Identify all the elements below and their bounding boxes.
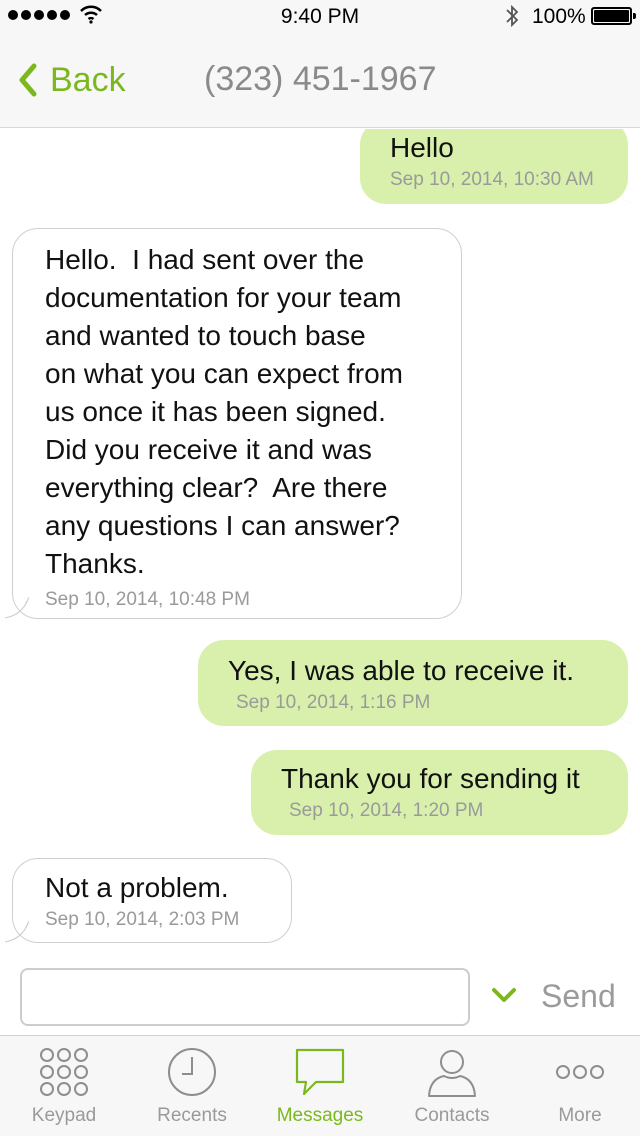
tab-bar: Keypad Recents Messages Contacts More — [0, 1035, 640, 1136]
message-text: Hello. I had sent over the documentation… — [45, 244, 403, 579]
message-text: Not a problem. — [45, 872, 229, 903]
keypad-icon — [40, 1048, 88, 1096]
message-timestamp: Sep 10, 2014, 10:30 AM — [390, 169, 594, 190]
bubble-tail — [612, 183, 636, 204]
back-label: Back — [50, 60, 126, 99]
message-bubble-outgoing: Hello Sep 10, 2014, 10:30 AM — [360, 129, 628, 204]
chevron-left-icon — [19, 63, 37, 97]
message-thread[interactable]: Hello Sep 10, 2014, 10:30 AM Hello. I ha… — [0, 129, 640, 955]
status-bar: 9:40 PM 100% — [0, 0, 640, 32]
chevron-down-icon[interactable] — [490, 985, 518, 1005]
bubble-tail — [4, 921, 29, 943]
tab-contacts[interactable]: Contacts — [388, 1036, 516, 1136]
tab-recents[interactable]: Recents — [128, 1036, 256, 1136]
person-icon — [428, 1050, 476, 1097]
back-button[interactable]: Back — [14, 58, 126, 102]
message-timestamp: Sep 10, 2014, 2:03 PM — [45, 909, 240, 930]
message-bubble-outgoing: Thank you for sending it Sep 10, 2014, 1… — [251, 750, 628, 835]
message-text: Hello — [390, 132, 454, 163]
message-bubble-outgoing: Yes, I was able to receive it. Sep 10, 2… — [198, 640, 628, 726]
navigation-bar: Back (323) 451-1967 — [0, 32, 640, 128]
tab-keypad[interactable]: Keypad — [0, 1036, 128, 1136]
message-timestamp: Sep 10, 2014, 1:20 PM — [289, 800, 484, 821]
bubble-tail — [612, 704, 636, 725]
tab-label: Messages — [276, 1105, 364, 1126]
bubble-tail — [612, 813, 636, 834]
tab-label: More — [558, 1105, 602, 1126]
bluetooth-icon — [506, 4, 519, 28]
message-bubble-incoming: Not a problem. Sep 10, 2014, 2:03 PM — [12, 858, 292, 943]
message-composer: Send — [0, 955, 640, 1035]
battery-icon — [591, 7, 636, 25]
message-text: Yes, I was able to receive it. — [228, 655, 575, 686]
message-bubble-incoming: Hello. I had sent over the documentation… — [12, 228, 462, 619]
tab-label: Keypad — [31, 1105, 97, 1126]
tab-more[interactable]: More — [516, 1036, 640, 1136]
tab-messages[interactable]: Messages — [256, 1036, 384, 1136]
conversation-title: (323) 451-1967 — [204, 60, 437, 98]
send-button[interactable]: Send — [541, 978, 616, 1015]
bubble-tail — [4, 597, 29, 619]
message-timestamp: Sep 10, 2014, 10:48 PM — [45, 589, 250, 610]
speech-bubble-icon — [295, 1048, 345, 1096]
message-input[interactable] — [20, 968, 470, 1026]
tab-label: Contacts — [414, 1105, 490, 1126]
tab-label: Recents — [157, 1105, 227, 1126]
battery-percentage: 100% — [532, 5, 586, 28]
clock-icon — [168, 1048, 216, 1096]
more-icon — [556, 1065, 604, 1079]
message-text: Thank you for sending it — [281, 763, 580, 794]
message-timestamp: Sep 10, 2014, 1:16 PM — [236, 692, 431, 713]
